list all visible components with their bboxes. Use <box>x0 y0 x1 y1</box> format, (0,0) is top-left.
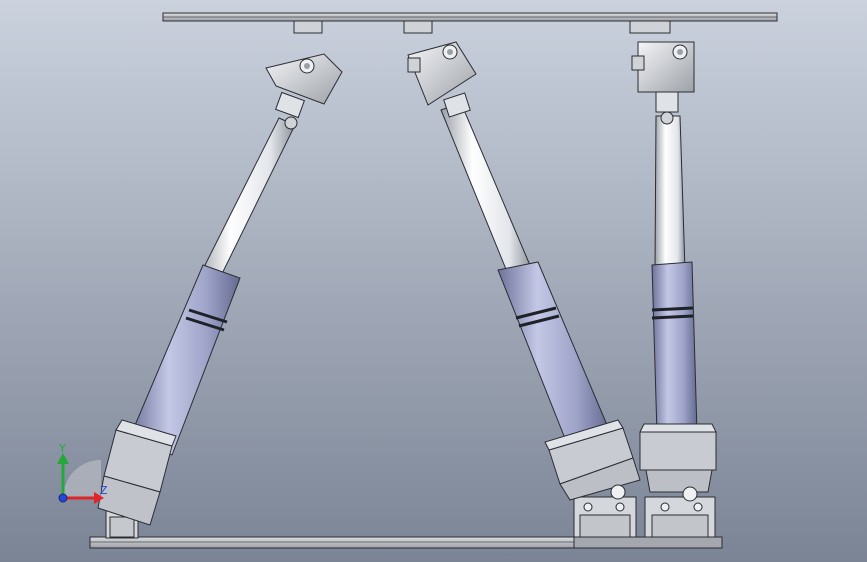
z-axis-arrow <box>58 493 68 503</box>
model-scene[interactable]: Y Z <box>0 0 867 562</box>
base-mount-middle <box>573 496 637 538</box>
cad-viewport[interactable]: Y Z <box>0 0 867 562</box>
triad-z-label: Z <box>100 484 108 497</box>
base-mount-right <box>644 496 716 538</box>
triad-y-label: Y <box>58 442 66 455</box>
